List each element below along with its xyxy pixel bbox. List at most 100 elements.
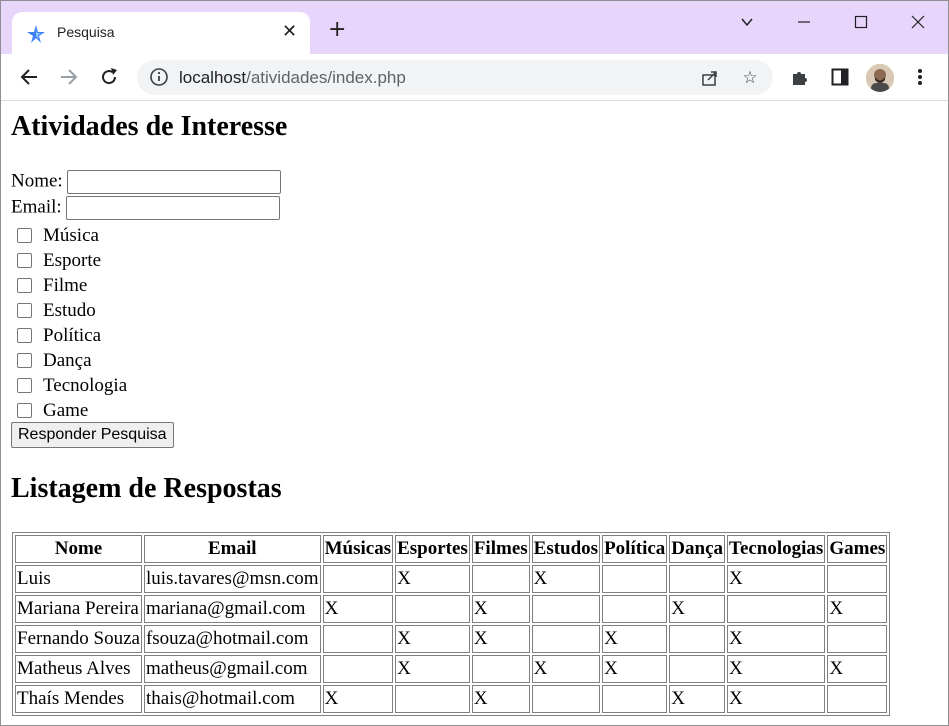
cell-politica	[602, 685, 668, 713]
cell-estudos: X	[531, 655, 601, 683]
cell-tecnologias: X	[727, 655, 826, 683]
back-icon[interactable]	[17, 65, 41, 89]
cell-nome: Fernando Souza	[15, 625, 142, 653]
responder-pesquisa-button[interactable]: Responder Pesquisa	[11, 422, 174, 448]
cell-musicas	[322, 655, 394, 683]
cell-esportes	[395, 685, 470, 713]
list-heading: Listagem de Respostas	[11, 473, 282, 504]
profile-avatar[interactable]	[866, 64, 894, 92]
checkbox-danca[interactable]: Dança	[17, 351, 92, 371]
browser-window: Pesquisa ✕ + localhost/atividades/index.…	[0, 0, 949, 726]
maximize-icon[interactable]	[849, 10, 873, 34]
address-bar[interactable]: localhost/atividades/index.php ☆	[137, 60, 773, 95]
cell-filmes: X	[471, 595, 530, 623]
responses-table: Nome Email Músicas Esportes Filmes Estud…	[12, 532, 891, 716]
table-header-row: Nome Email Músicas Esportes Filmes Estud…	[15, 535, 888, 563]
nome-input[interactable]	[67, 170, 282, 194]
checkbox-esporte[interactable]: Esporte	[17, 251, 101, 271]
cell-danca	[669, 625, 726, 653]
site-info-icon[interactable]	[149, 67, 169, 87]
cell-musicas	[322, 565, 394, 593]
cell-danca: X	[669, 685, 726, 713]
cell-games	[827, 625, 888, 653]
checkbox-box[interactable]	[17, 278, 32, 293]
header-esportes: Esportes	[395, 535, 470, 563]
menu-kebab-icon[interactable]	[908, 65, 932, 89]
checkbox-box[interactable]	[17, 253, 32, 268]
app-favicon-icon	[27, 25, 45, 43]
checkbox-box[interactable]	[17, 378, 32, 393]
checkbox-box[interactable]	[17, 303, 32, 318]
cell-musicas: X	[322, 595, 394, 623]
cell-musicas	[322, 625, 394, 653]
forward-icon[interactable]	[57, 65, 81, 89]
checkbox-tecnologia[interactable]: Tecnologia	[17, 376, 127, 396]
tab-search-chevron-icon[interactable]	[735, 10, 759, 34]
table-row: Fernando Souza fsouza@hotmail.com X X X …	[15, 625, 888, 653]
cell-politica	[602, 565, 668, 593]
cell-email: matheus@gmail.com	[143, 655, 321, 683]
cell-esportes: X	[395, 565, 470, 593]
url-text: localhost/atividades/index.php	[179, 68, 406, 88]
header-filmes: Filmes	[471, 535, 530, 563]
header-email: Email	[143, 535, 321, 563]
cell-nome: Thaís Mendes	[15, 685, 142, 713]
close-window-icon[interactable]	[906, 10, 930, 34]
cell-nome: Matheus Alves	[15, 655, 142, 683]
email-row: Email:	[11, 196, 281, 220]
share-icon[interactable]	[699, 67, 721, 89]
checkbox-label: Dança	[43, 350, 92, 371]
cell-nome: Luis	[15, 565, 142, 593]
header-estudos: Estudos	[531, 535, 601, 563]
nome-label: Nome:	[11, 170, 63, 192]
cell-tecnologias: X	[727, 685, 826, 713]
cell-email: mariana@gmail.com	[143, 595, 321, 623]
table-row: Matheus Alves matheus@gmail.com X X X X …	[15, 655, 888, 683]
header-games: Games	[827, 535, 888, 563]
cell-politica: X	[602, 655, 668, 683]
cell-danca	[669, 655, 726, 683]
checkbox-game[interactable]: Game	[17, 401, 88, 421]
new-tab-icon[interactable]: +	[328, 19, 346, 41]
cell-esportes: X	[395, 655, 470, 683]
url-host: localhost	[179, 68, 247, 87]
cell-estudos	[531, 625, 601, 653]
checkbox-label: Estudo	[43, 300, 96, 321]
cell-tecnologias	[727, 595, 826, 623]
side-panel-icon[interactable]	[828, 65, 852, 89]
browser-tab[interactable]: Pesquisa ✕	[12, 12, 310, 54]
checkbox-label: Política	[43, 325, 102, 346]
checkbox-label: Game	[43, 400, 89, 421]
cell-email: luis.tavares@msn.com	[143, 565, 321, 593]
tab-close-icon[interactable]: ✕	[282, 21, 297, 42]
table-row: Thaís Mendes thais@hotmail.com X X X X	[15, 685, 888, 713]
tab-title: Pesquisa	[57, 24, 115, 40]
checkbox-box[interactable]	[17, 328, 32, 343]
extensions-icon[interactable]	[788, 65, 812, 89]
header-musicas: Músicas	[322, 535, 394, 563]
table-row: Luis luis.tavares@msn.com X X X	[15, 565, 888, 593]
checkbox-box[interactable]	[17, 403, 32, 418]
email-input[interactable]	[66, 196, 281, 220]
checkbox-politica[interactable]: Política	[17, 326, 101, 346]
cell-danca	[669, 565, 726, 593]
checkbox-box[interactable]	[17, 228, 32, 243]
checkbox-estudo[interactable]: Estudo	[17, 301, 96, 321]
cell-filmes: X	[471, 625, 530, 653]
browser-toolbar: localhost/atividades/index.php ☆	[1, 54, 948, 101]
header-nome: Nome	[15, 535, 142, 563]
checkbox-musica[interactable]: Música	[17, 226, 99, 246]
cell-games	[827, 685, 888, 713]
cell-games: X	[827, 655, 888, 683]
cell-estudos	[531, 685, 601, 713]
cell-email: fsouza@hotmail.com	[143, 625, 321, 653]
cell-games: X	[827, 595, 888, 623]
title-bar: Pesquisa ✕ +	[1, 1, 948, 54]
page-content: Atividades de Interesse Nome: Email: Mús…	[1, 101, 948, 725]
cell-politica: X	[602, 625, 668, 653]
bookmark-star-icon[interactable]: ☆	[739, 67, 761, 89]
checkbox-filme[interactable]: Filme	[17, 276, 87, 296]
reload-icon[interactable]	[97, 65, 121, 89]
checkbox-box[interactable]	[17, 353, 32, 368]
minimize-icon[interactable]	[792, 10, 816, 34]
